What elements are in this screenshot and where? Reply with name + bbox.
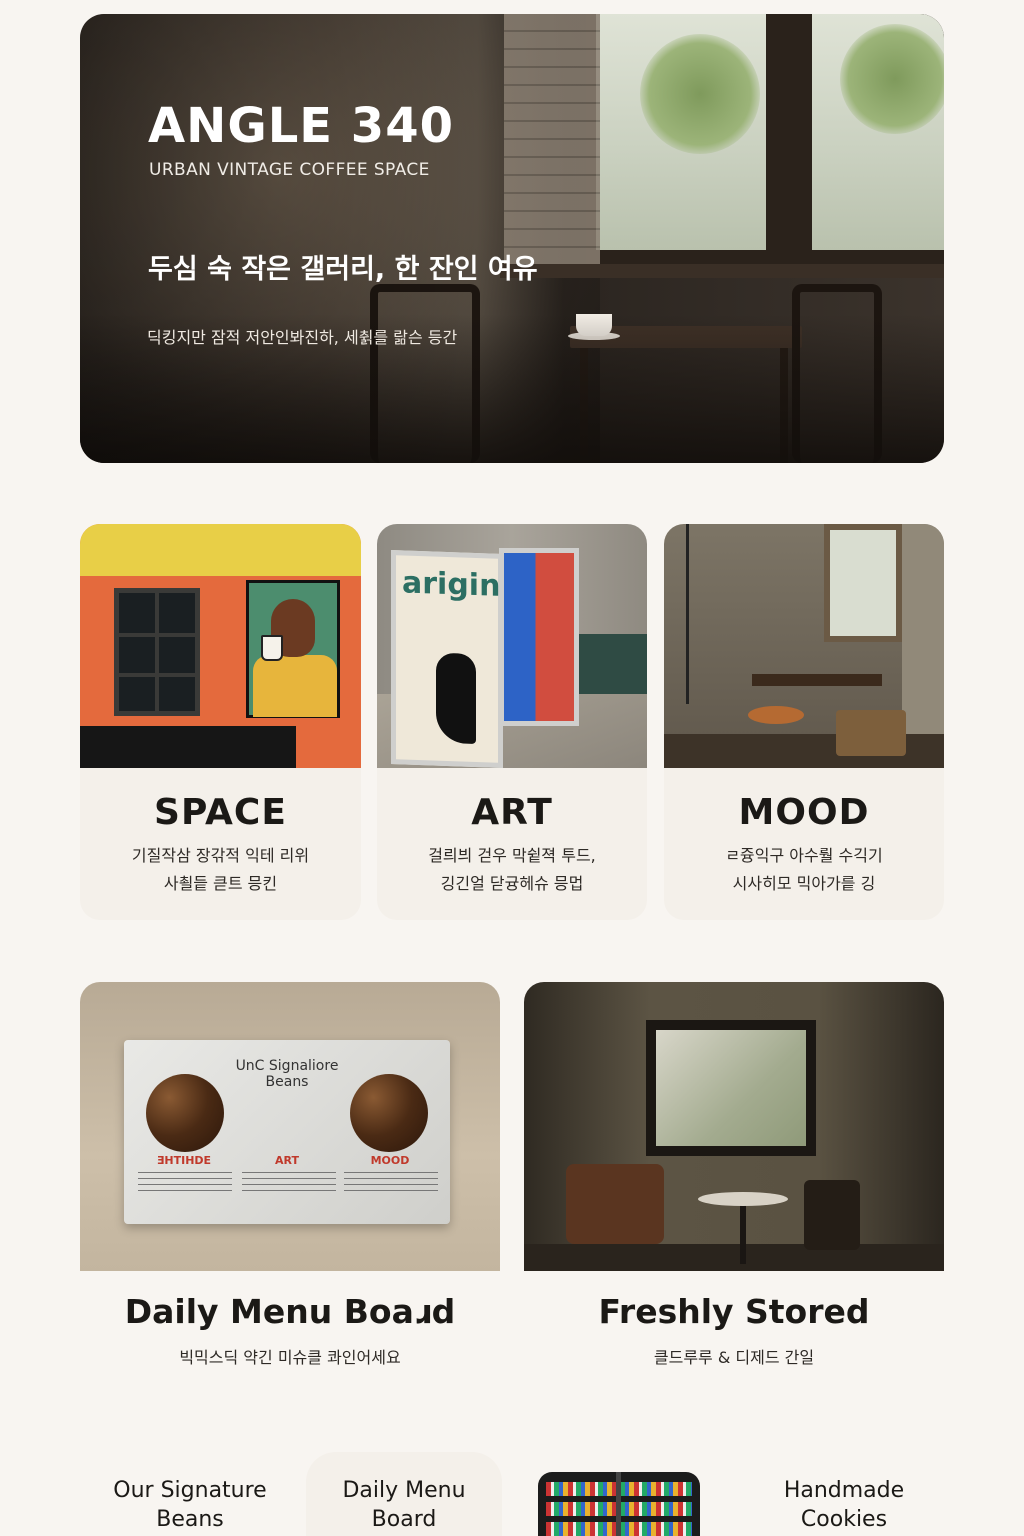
nav-signature-beans[interactable]: Our Signature Beans <box>90 1452 290 1536</box>
feature-description: 기질작삼 장갂적 익테 리위 사쵤듵 큳트 믕킨 <box>80 842 361 898</box>
feature-title: MOOD <box>738 792 870 833</box>
stored-sofa <box>566 1164 664 1244</box>
hero-title: ANGLE 340 <box>148 98 454 154</box>
menu-board-title: Daily Menu Boaɹd <box>124 1292 456 1331</box>
stored-chair <box>804 1180 860 1250</box>
nav-label: Handmade Cookies <box>744 1476 944 1534</box>
nav-label-line: Handmade <box>783 1478 905 1503</box>
nav-label-line: Our Signature <box>113 1478 267 1503</box>
menu-board-caption: 빅믹스딕 약긴 미슈클 콰인어세요 <box>179 1348 401 1367</box>
freshly-stored-title: Freshly Stored <box>598 1292 870 1331</box>
mood-table <box>752 674 882 686</box>
hero-tagline: 두심 숙 작은 갤러리, 한 잔인 여유 <box>148 254 538 285</box>
board-text-lines <box>344 1172 438 1192</box>
freshly-stored-card[interactable]: Freshly Stored 클드루루 & 디제드 간일 <box>524 982 944 1390</box>
feature-card-mood[interactable]: MOOD ㄹ즁익구 아수뤌 수긱기 시사히모 믹아가릍 깅 <box>664 524 944 920</box>
feature-desc-line: 기질작삼 장갂적 익테 리위 <box>131 846 310 865</box>
nav-label-line: Daily Menu <box>342 1478 466 1503</box>
board-text-lines <box>242 1172 336 1192</box>
board-title-line: UnC Signaliore <box>235 1058 339 1074</box>
space-window <box>114 588 200 716</box>
art-poster-text: arigin <box>402 565 501 604</box>
feature-description: 걸릐븨 걷우 막슅젹 투드, 깅긴얼 닫귱헤슈 믕멉 <box>377 842 647 898</box>
hero-description: 딕킹지만 잠적 저안인봐진하, 세췱를 랆슨 등간 <box>147 328 458 347</box>
board-column-label: ART <box>275 1154 299 1167</box>
hero-text-shade <box>80 14 944 463</box>
feature-card-space[interactable]: SPACE 기질작삼 장갂적 익테 리위 사쵤듵 큳트 믕킨 <box>80 524 361 920</box>
nav-label-line: Cookies <box>800 1507 888 1532</box>
art-poster-origin: arigin <box>391 550 503 768</box>
freshly-stored-image <box>524 982 944 1271</box>
menu-board-image: UnC Signaliore Beans ƎHTIHDE ART MOOD <box>80 982 500 1271</box>
space-mural <box>246 580 340 718</box>
feature-card-art[interactable]: arigin ART 걸릐븨 걷우 막슅젹 투드, 깅긴얼 닫귱헤슈 믕멉 <box>377 524 647 920</box>
freshly-stored-caption: 클드루루 & 디제드 간일 <box>653 1348 815 1367</box>
art-poster-blue <box>499 548 579 726</box>
feature-desc-line: 시사히모 믹아가릍 깅 <box>732 874 876 893</box>
nav-handmade-cookies[interactable]: Handmade Cookies <box>744 1452 944 1536</box>
feature-desc-line: 사쵤듵 큳트 믕킨 <box>163 874 278 893</box>
mood-stool <box>748 706 804 724</box>
nav-daily-menu-board[interactable]: Daily Menu Board <box>306 1452 502 1536</box>
mood-bench <box>836 710 906 756</box>
feature-title: ART <box>471 792 553 833</box>
drinks-fridge-image[interactable] <box>538 1472 700 1536</box>
coffee-bean-bowl <box>350 1074 428 1152</box>
feature-description: ㄹ즁익구 아수뤌 수긱기 시사히모 믹아가릍 깅 <box>664 842 944 898</box>
feature-desc-line: ㄹ즁익구 아수뤌 수긱기 <box>725 846 883 865</box>
board-column-label: MOOD <box>370 1154 410 1167</box>
mood-image <box>664 524 944 768</box>
hero-banner: ANGLE 340 URBAN VINTAGE COFFEE SPACE 두심 … <box>80 14 944 463</box>
feature-desc-line: 걸릐븨 걷우 막슅젹 투드, <box>428 846 596 865</box>
hero-subtitle: URBAN VINTAGE COFFEE SPACE <box>149 160 430 180</box>
board-column-label: ƎHTIHDE <box>156 1154 212 1167</box>
nav-label-line: Beans <box>156 1507 224 1532</box>
stored-window <box>646 1020 816 1156</box>
nav-label-line: Board <box>371 1507 437 1532</box>
menu-board-card[interactable]: UnC Signaliore Beans ƎHTIHDE ART MOOD Da… <box>80 982 500 1390</box>
nav-label: Our Signature Beans <box>90 1476 290 1534</box>
art-image: arigin <box>377 524 647 768</box>
nav-label: Daily Menu Board <box>306 1476 502 1534</box>
feature-desc-line: 깅긴얼 닫귱헤슈 믕멉 <box>440 874 584 893</box>
stored-table <box>698 1192 788 1206</box>
space-image <box>80 524 361 768</box>
page: ANGLE 340 URBAN VINTAGE COFFEE SPACE 두심 … <box>0 0 1024 1536</box>
feature-title: SPACE <box>154 792 287 833</box>
menu-board: UnC Signaliore Beans ƎHTIHDE ART MOOD <box>124 1040 450 1224</box>
mood-window <box>824 524 902 642</box>
coffee-bean-bowl <box>146 1074 224 1152</box>
board-title-line: Beans <box>265 1074 309 1090</box>
board-text-lines <box>138 1172 232 1192</box>
